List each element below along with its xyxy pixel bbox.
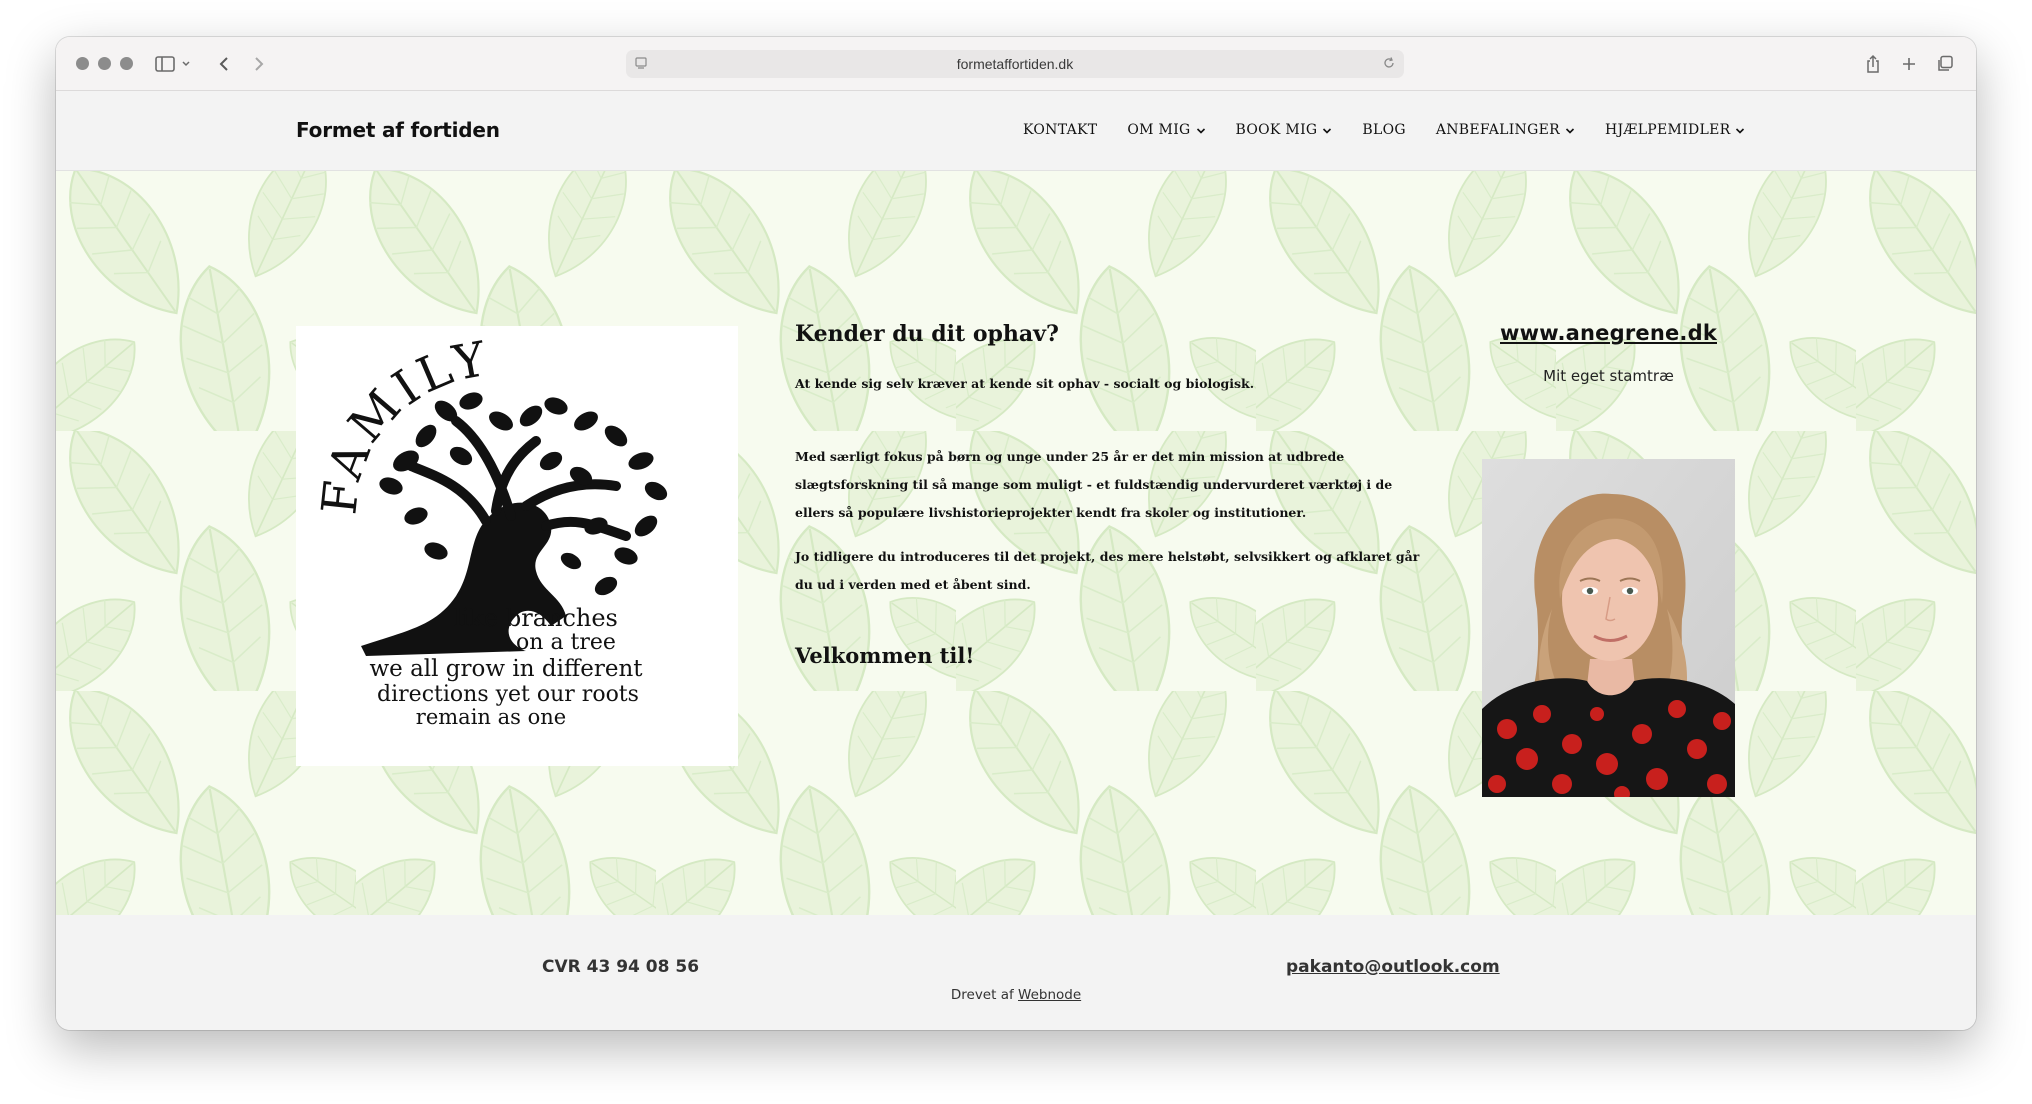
logo-line-5: remain as one [416, 705, 566, 729]
back-arrow-icon[interactable] [211, 51, 237, 77]
page-icon [634, 56, 648, 73]
chevron-down-icon [1736, 127, 1745, 134]
minimize-window-button[interactable] [98, 57, 111, 70]
nav-label: OM MIG [1127, 122, 1191, 138]
anegrene-link[interactable]: www.anegrene.dk [1500, 321, 1717, 345]
nav-label: HJÆLPEMIDLER [1604, 122, 1731, 138]
logo-line-3: we all grow in different [369, 656, 643, 682]
nav-item-book-mig[interactable]: BOOK MIG [1236, 122, 1333, 138]
sidebar-column: www.anegrene.dk Mit eget stamtræ [1482, 321, 1735, 385]
logo-line-1: like branches [454, 604, 618, 632]
nav-item-blog[interactable]: BLOG [1362, 122, 1405, 138]
address-bar[interactable]: formetaffortiden.dk [626, 50, 1404, 78]
close-window-button[interactable] [76, 57, 89, 70]
chevron-down-icon [1196, 127, 1205, 134]
intro-text: Kender du dit ophav? At kende sig selv k… [795, 321, 1425, 668]
intro-heading: Kender du dit ophav? [795, 321, 1059, 347]
sidebar-toggle-icon[interactable] [152, 51, 178, 77]
nav-item-anbefalinger[interactable]: ANBEFALINGER [1436, 122, 1575, 138]
logo-line-4: directions yet our roots [377, 682, 639, 707]
url-text: formetaffortiden.dk [956, 56, 1074, 72]
zoom-window-button[interactable] [120, 57, 133, 70]
nav-label: ANBEFALINGER [1435, 122, 1560, 138]
tab-overview-icon[interactable] [1932, 51, 1958, 77]
nav-item-kontakt[interactable]: KONTAKT [1023, 122, 1097, 138]
nav-label: BOOK MIG [1235, 122, 1318, 138]
browser-toolbar: formetaffortiden.dk [56, 37, 1976, 91]
webnode-link[interactable]: Webnode [1018, 987, 1081, 1003]
new-tab-icon[interactable] [1896, 51, 1922, 77]
intro-paragraph-1: At kende sig selv kræver at kende sit op… [795, 376, 1255, 391]
reload-icon[interactable] [1382, 56, 1396, 73]
hero-section: FAMILY like branches on a tree we all gr… [56, 171, 1976, 915]
powered-prefix: Drevet af [950, 987, 1014, 1003]
logo-line-2: on a tree [516, 630, 616, 655]
nav-label: BLOG [1362, 122, 1406, 138]
window-controls [76, 57, 133, 70]
browser-window: formetaffortiden.dk Formet af fortiden K… [56, 37, 1976, 1030]
nav-label: KONTAKT [1023, 122, 1098, 138]
site-header: Formet af fortiden KONTAKT OM MIG BOOK M… [56, 91, 1976, 171]
welcome-heading: Velkommen til! [795, 643, 975, 668]
site-brand[interactable]: Formet af fortiden [296, 118, 500, 142]
nav-item-hjaelpemidler[interactable]: HJÆLPEMIDLER [1605, 122, 1746, 138]
chevron-down-icon [1323, 127, 1332, 134]
nav-item-om-mig[interactable]: OM MIG [1127, 122, 1205, 138]
forward-arrow-icon[interactable] [246, 51, 272, 77]
intro-paragraph-3: Jo tidligere du introduceres til det pro… [795, 549, 1420, 592]
tree-caption: Mit eget stamtræ [1543, 367, 1674, 385]
cvr-number: CVR 43 94 08 56 [542, 957, 700, 977]
portrait-photo [1482, 459, 1735, 797]
powered-by: Drevet af Webnode [56, 987, 1976, 1003]
chevron-down-icon[interactable] [178, 51, 194, 77]
share-icon[interactable] [1860, 51, 1886, 77]
intro-paragraph-2: Med særligt fokus på børn og unge under … [795, 449, 1393, 520]
chevron-down-icon [1565, 127, 1575, 134]
family-tree-logo: FAMILY like branches on a tree we all gr… [296, 326, 738, 766]
site-footer: CVR 43 94 08 56 pakanto@outlook.com Drev… [56, 915, 1976, 1030]
main-nav: KONTAKT OM MIG BOOK MIG BLOG ANBEFALINGE… [1023, 122, 1775, 138]
email-link[interactable]: pakanto@outlook.com [1286, 957, 1500, 977]
